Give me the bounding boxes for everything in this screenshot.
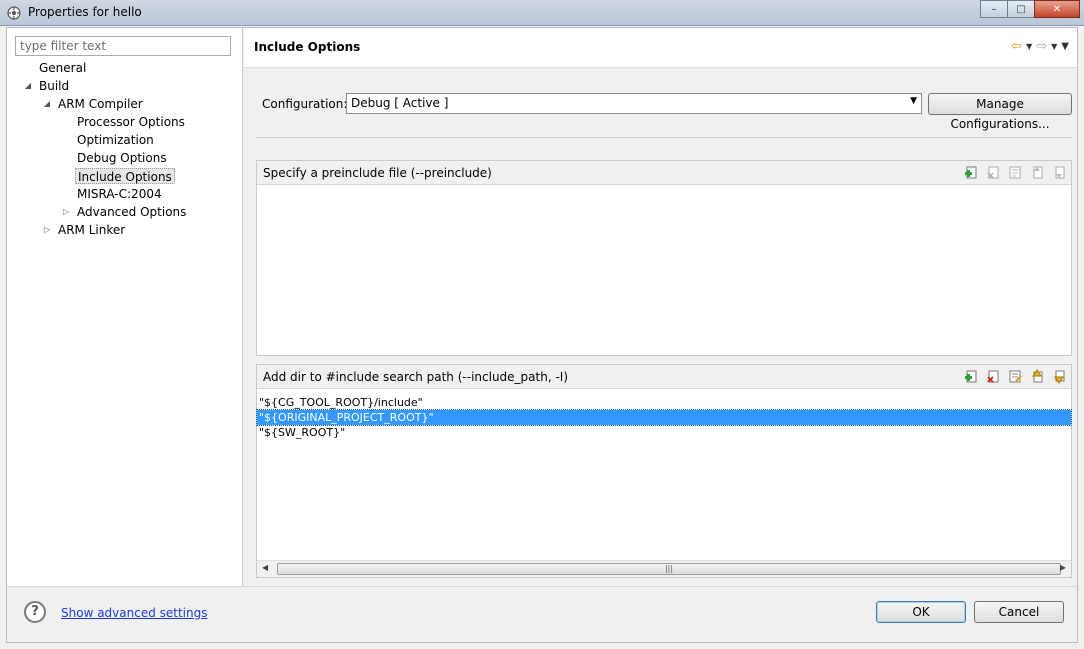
move-down-icon[interactable] [1052,369,1067,384]
history-nav: ⇦ ▼ ⇨ ▼ ▼ [1011,39,1069,55]
forward-arrow-icon[interactable]: ⇨ [1036,39,1047,55]
tree-item-build[interactable]: Build [39,78,69,94]
expanded-twisty-icon[interactable]: ◢ [42,96,52,112]
expanded-twisty-icon[interactable]: ◢ [23,78,33,94]
move-up-icon [1030,165,1045,180]
tree-item-processor-options[interactable]: Processor Options [77,114,185,130]
preinclude-header: Specify a preinclude file (--preinclude) [257,161,1071,185]
ok-button[interactable]: OK [876,601,966,623]
tree-item-arm-linker[interactable]: ARM Linker [58,222,125,238]
property-page: Include Options ⇦ ▼ ⇨ ▼ ▼ Configuration:… [244,28,1077,586]
add-icon[interactable] [964,165,979,180]
app-icon [7,6,21,20]
filter-input[interactable] [15,36,231,56]
show-advanced-settings-link[interactable]: Show advanced settings [61,606,208,620]
include-path-toolbar [964,369,1067,384]
scroll-left-icon[interactable]: ◀ [262,563,268,572]
forward-dropdown-icon[interactable]: ▼ [1051,39,1057,55]
close-button[interactable]: ✕ [1034,0,1080,18]
delete-icon[interactable] [986,369,1001,384]
minimize-button[interactable]: – [980,0,1008,18]
tree-item-include-options[interactable]: Include Options [75,168,175,184]
include-path-title: Add dir to #include search path (--inclu… [263,370,569,384]
configuration-value: Debug [ Active ] [351,96,449,110]
scroll-thumb[interactable]: ||| [277,563,1061,575]
scroll-right-icon[interactable]: ▶ [1060,563,1066,572]
category-panel: General ◢ Build ◢ ARM Compiler Processor… [7,28,243,586]
include-path-item-selected[interactable]: "${ORIGINAL_PROJECT_ROOT}" [256,409,1072,426]
page-title: Include Options [254,40,361,54]
include-path-header: Add dir to #include search path (--inclu… [257,365,1071,389]
cancel-button[interactable]: Cancel [974,601,1064,623]
view-menu-icon[interactable]: ▼ [1061,39,1069,55]
add-icon[interactable] [964,369,979,384]
dialog-frame: General ◢ Build ◢ ARM Compiler Processor… [6,27,1078,643]
tree-item-general[interactable]: General [39,60,86,76]
chevron-down-icon: ▼ [910,96,917,106]
title-bar: Properties for hello – □ ✕ [0,0,1084,26]
configuration-row: Configuration: Debug [ Active ] ▼ Manage… [256,93,1076,131]
collapsed-twisty-icon[interactable]: ▷ [42,222,52,238]
edit-icon[interactable] [1008,369,1023,384]
dialog-footer: ? Show advanced settings OK Cancel [7,586,1077,642]
tree-item-advanced-options[interactable]: Advanced Options [77,204,186,220]
preinclude-toolbar [964,165,1067,180]
maximize-button[interactable]: □ [1007,0,1035,18]
back-dropdown-icon[interactable]: ▼ [1026,39,1032,55]
preinclude-section: Specify a preinclude file (--preinclude) [256,160,1072,356]
page-header: Include Options ⇦ ▼ ⇨ ▼ ▼ [244,28,1077,68]
include-path-item[interactable]: "${CG_TOOL_ROOT}/include" [257,395,1071,410]
configuration-label: Configuration: [262,97,348,111]
horizontal-scrollbar[interactable]: ◀ ||| ▶ [257,560,1071,577]
window-controls: – □ ✕ [980,0,1080,18]
delete-icon [986,165,1001,180]
include-path-item[interactable]: "${SW_ROOT}" [257,425,1071,440]
tree-item-debug-options[interactable]: Debug Options [77,150,167,166]
tree-item-arm-compiler[interactable]: ARM Compiler [58,96,143,112]
move-up-icon[interactable] [1030,369,1045,384]
help-icon[interactable]: ? [24,601,46,623]
move-down-icon [1052,165,1067,180]
window-title: Properties for hello [28,5,142,19]
edit-icon [1008,165,1023,180]
configuration-select[interactable]: Debug [ Active ] ▼ [346,93,922,114]
manage-configurations-button[interactable]: Manage Configurations... [928,93,1072,131]
include-path-section: Add dir to #include search path (--inclu… [256,364,1072,578]
back-arrow-icon[interactable]: ⇦ [1011,39,1022,55]
tree-item-misra-c[interactable]: MISRA-C:2004 [77,186,162,202]
tree-item-optimization[interactable]: Optimization [77,132,154,148]
separator [256,137,1072,138]
preinclude-title: Specify a preinclude file (--preinclude) [263,166,492,180]
collapsed-twisty-icon[interactable]: ▷ [61,204,71,220]
